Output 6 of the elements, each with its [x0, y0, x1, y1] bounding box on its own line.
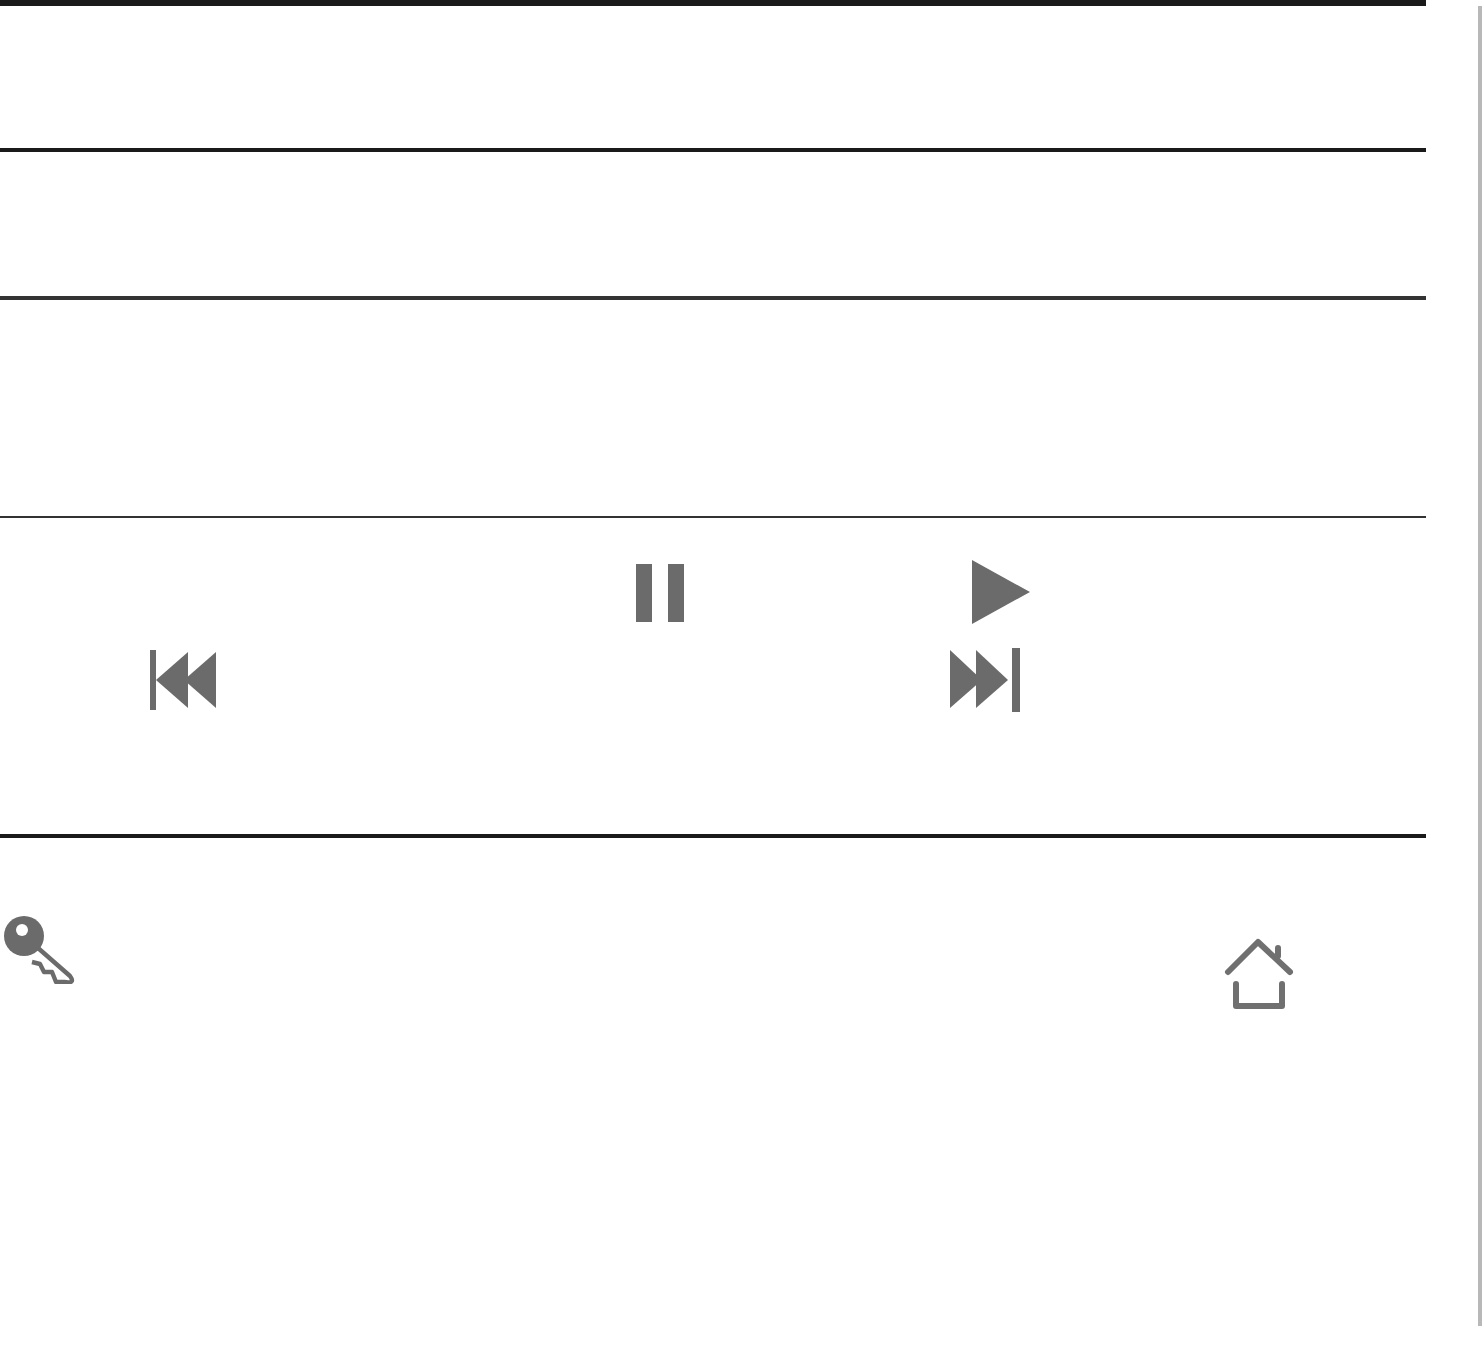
home-icon[interactable]	[1224, 938, 1296, 1010]
pause-icon[interactable]	[636, 564, 686, 622]
skip-forward-icon[interactable]	[950, 648, 1020, 712]
skip-back-icon[interactable]	[150, 650, 216, 710]
play-icon[interactable]	[972, 560, 1030, 624]
key-icon	[4, 916, 76, 984]
